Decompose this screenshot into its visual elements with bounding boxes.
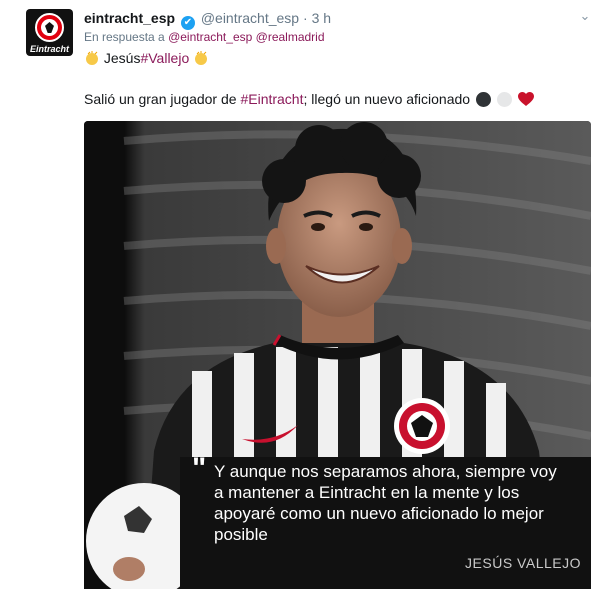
- tweet-media-image[interactable]: " Y aunque nos separamos ahora, siempre …: [84, 121, 591, 589]
- hashtag-eintracht[interactable]: #Eintracht: [240, 91, 303, 107]
- reply-prefix: En respuesta a: [84, 30, 165, 44]
- quote-text: Y aunque nos separamos ahora, siempre vo…: [214, 462, 557, 544]
- reply-mention-eintracht[interactable]: @eintracht_esp: [168, 30, 252, 44]
- timestamp[interactable]: 3 h: [312, 10, 331, 26]
- tweet: Eintracht eintracht_esp ✔ @eintracht_esp…: [0, 0, 615, 589]
- verified-badge-icon: ✔: [180, 16, 195, 30]
- chevron-down-icon[interactable]: ⌄: [578, 9, 592, 23]
- tweet-line-2: Salió un gran jugador de #Eintracht; lle…: [84, 90, 534, 108]
- tweet-text-after: ; llegó un nuevo aficionado: [303, 91, 471, 107]
- quote-mark: ": [192, 452, 207, 485]
- display-name[interactable]: eintracht_esp: [84, 10, 175, 26]
- white-circle-icon: [496, 92, 512, 107]
- eagle-icon: [41, 19, 58, 36]
- avatar-logo-text: Eintracht: [29, 44, 69, 54]
- black-circle-icon: [475, 92, 491, 107]
- tweet-text-name: Jesús: [103, 50, 141, 66]
- tweet-header: eintracht_esp ✔ @eintracht_esp · 3 h: [84, 9, 331, 30]
- clapping-hands-icon: [195, 51, 208, 65]
- red-heart-icon: [517, 92, 534, 106]
- quote-signature: JESÚS VALLEJO: [465, 555, 581, 571]
- hashtag-vallejo[interactable]: #Vallejo: [140, 50, 189, 66]
- clapping-hands-icon: [86, 51, 98, 65]
- user-handle[interactable]: @eintracht_esp: [201, 10, 299, 26]
- tweet-line-1: Jesús#Vallejo: [84, 49, 209, 67]
- reply-mention-realmadrid[interactable]: @realmadrid: [256, 30, 325, 44]
- tweet-text-before: Salió un gran jugador de: [84, 91, 237, 107]
- separator-dot: ·: [303, 10, 308, 26]
- reply-context: En respuesta a @eintracht_esp @realmadri…: [84, 30, 325, 44]
- avatar[interactable]: Eintracht: [26, 9, 73, 56]
